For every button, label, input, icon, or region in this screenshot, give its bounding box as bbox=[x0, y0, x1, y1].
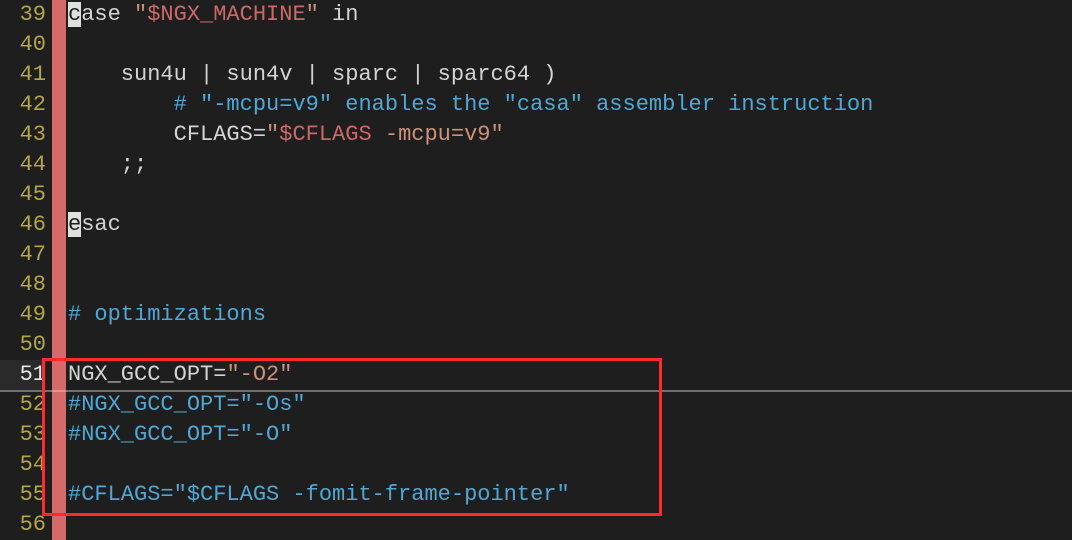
code-line[interactable]: #CFLAGS="$CFLAGS -fomit-frame-pointer" bbox=[68, 480, 1072, 510]
code-line[interactable]: NGX_GCC_OPT="-O2" bbox=[68, 360, 1072, 390]
line-number-gutter: 394041424344454647484950515253545556 bbox=[0, 0, 52, 534]
modified-marker bbox=[52, 270, 66, 300]
modified-marker bbox=[52, 0, 66, 30]
line-number: 40 bbox=[0, 30, 46, 60]
code-line[interactable] bbox=[68, 30, 1072, 60]
line-number: 50 bbox=[0, 330, 46, 360]
code-line[interactable] bbox=[68, 180, 1072, 210]
code-line[interactable] bbox=[68, 270, 1072, 300]
modified-marker bbox=[52, 360, 66, 390]
code-token: $NGX_MACHINE bbox=[147, 2, 305, 27]
code-line[interactable]: ;; bbox=[68, 150, 1072, 180]
line-number: 39 bbox=[0, 0, 46, 30]
code-line[interactable]: #NGX_GCC_OPT="-Os" bbox=[68, 390, 1072, 420]
code-token: #NGX_GCC_OPT="-Os" bbox=[68, 392, 306, 417]
code-line[interactable] bbox=[68, 330, 1072, 360]
modified-marker bbox=[52, 240, 66, 270]
marker-column bbox=[52, 0, 66, 534]
modified-marker bbox=[52, 210, 66, 240]
code-token: = bbox=[253, 122, 266, 147]
code-token: # "-mcpu=v9" enables the "casa" assemble… bbox=[174, 92, 874, 117]
code-editor[interactable]: 394041424344454647484950515253545556 cas… bbox=[0, 0, 1072, 534]
modified-marker bbox=[52, 30, 66, 60]
code-token bbox=[68, 92, 174, 117]
line-number: 44 bbox=[0, 150, 46, 180]
code-token: #NGX_GCC_OPT="-O" bbox=[68, 422, 292, 447]
code-token: e bbox=[68, 212, 81, 237]
modified-marker bbox=[52, 60, 66, 90]
modified-marker bbox=[52, 90, 66, 120]
line-number: 49 bbox=[0, 300, 46, 330]
modified-marker bbox=[52, 510, 66, 540]
code-token: NGX_GCC_OPT bbox=[68, 362, 213, 387]
line-number: 43 bbox=[0, 120, 46, 150]
code-token: ;; bbox=[68, 152, 147, 177]
code-line[interactable] bbox=[68, 510, 1072, 540]
line-number: 48 bbox=[0, 270, 46, 300]
code-token: in bbox=[319, 2, 359, 27]
line-number: 51 bbox=[0, 360, 46, 390]
code-token bbox=[68, 122, 174, 147]
modified-marker bbox=[52, 420, 66, 450]
line-number: 42 bbox=[0, 90, 46, 120]
code-token: CFLAGS bbox=[174, 122, 253, 147]
code-line[interactable]: #NGX_GCC_OPT="-O" bbox=[68, 420, 1072, 450]
code-token: = bbox=[213, 362, 226, 387]
modified-marker bbox=[52, 180, 66, 210]
modified-marker bbox=[52, 480, 66, 510]
code-token: $CFLAGS bbox=[279, 122, 371, 147]
line-number: 53 bbox=[0, 420, 46, 450]
code-token: -mcpu=v9" bbox=[372, 122, 504, 147]
code-token: " bbox=[306, 2, 319, 27]
line-number: 46 bbox=[0, 210, 46, 240]
modified-marker bbox=[52, 330, 66, 360]
line-number: 54 bbox=[0, 450, 46, 480]
modified-marker bbox=[52, 300, 66, 330]
code-line[interactable]: CFLAGS="$CFLAGS -mcpu=v9" bbox=[68, 120, 1072, 150]
line-number: 41 bbox=[0, 60, 46, 90]
code-token: sac bbox=[81, 212, 121, 237]
line-number: 56 bbox=[0, 510, 46, 540]
code-line[interactable]: esac bbox=[68, 210, 1072, 240]
code-token: ase bbox=[81, 2, 134, 27]
code-line[interactable]: # "-mcpu=v9" enables the "casa" assemble… bbox=[68, 90, 1072, 120]
code-area[interactable]: case "$NGX_MACHINE" in sun4u | sun4v | s… bbox=[66, 0, 1072, 534]
code-line[interactable] bbox=[68, 240, 1072, 270]
line-number: 55 bbox=[0, 480, 46, 510]
code-token: # optimizations bbox=[68, 302, 266, 327]
modified-marker bbox=[52, 120, 66, 150]
code-line[interactable]: sun4u | sun4v | sparc | sparc64 ) bbox=[68, 60, 1072, 90]
code-token: sun4u | sun4v | sparc | sparc64 ) bbox=[68, 62, 556, 87]
modified-marker bbox=[52, 450, 66, 480]
code-token: " bbox=[134, 2, 147, 27]
code-line[interactable] bbox=[68, 450, 1072, 480]
modified-marker bbox=[52, 390, 66, 420]
code-token: " bbox=[266, 122, 279, 147]
line-number: 52 bbox=[0, 390, 46, 420]
modified-marker bbox=[52, 150, 66, 180]
code-token: "-O2" bbox=[226, 362, 292, 387]
line-number: 47 bbox=[0, 240, 46, 270]
code-line[interactable]: case "$NGX_MACHINE" in bbox=[68, 0, 1072, 30]
code-token: #CFLAGS="$CFLAGS -fomit-frame-pointer" bbox=[68, 482, 570, 507]
line-number: 45 bbox=[0, 180, 46, 210]
code-token: c bbox=[68, 2, 81, 27]
code-line[interactable]: # optimizations bbox=[68, 300, 1072, 330]
